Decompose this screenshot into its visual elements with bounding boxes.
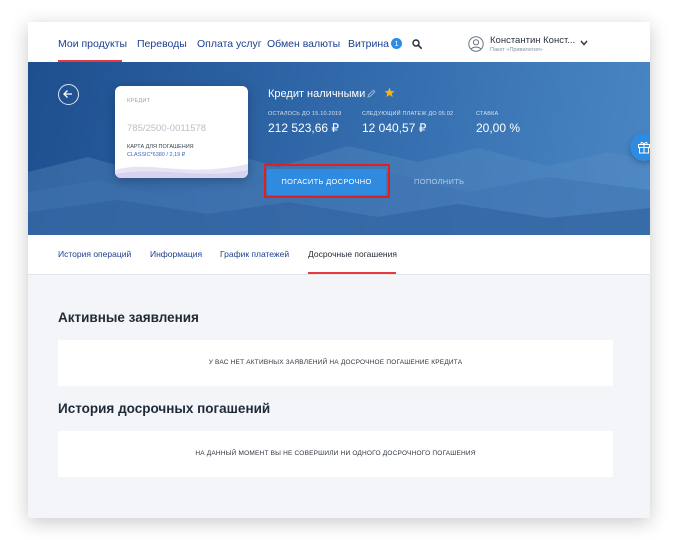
repayment-history-title: История досрочных погашений [58,401,271,416]
gift-icon [638,141,650,154]
early-repay-button[interactable]: ПОГАСИТЬ ДОСРОЧНО [267,169,386,195]
showcase-badge: 1 [391,38,403,49]
loan-card[interactable]: КРЕДИТ 785/2500-0011578 КАРТА ДЛЯ ПОГАШЕ… [115,86,248,178]
back-button[interactable] [58,84,79,105]
card-number: 785/2500-0011578 [127,123,207,134]
user-package: Пакет «Привилегия» [490,47,543,53]
arrow-left-icon [63,90,72,98]
tab-operations-history[interactable]: История операций [58,249,131,259]
rate-label: СТАВКА [476,111,499,117]
topup-button[interactable]: ПОПОЛНИТЬ [414,177,464,186]
active-applications-panel: У ВАС НЕТ АКТИВНЫХ ЗАЯВЛЕНИЙ НА ДОСРОЧНО… [58,340,613,386]
active-applications-title: Активные заявления [58,310,199,325]
next-payment-label: СЛЕДУЮЩИЙ ПЛАТЕЖ ДО 05.02 [362,111,454,117]
repayment-history-panel: НА ДАННЫЙ МОМЕНТ ВЫ НЕ СОВЕРШИЛИ НИ ОДНО… [58,431,613,477]
loan-hero-banner: КРЕДИТ 785/2500-0011578 КАРТА ДЛЯ ПОГАШЕ… [28,62,650,235]
gift-button[interactable] [630,133,650,161]
nav-transfers[interactable]: Переводы [137,38,187,50]
user-avatar-icon[interactable] [468,36,484,52]
rate-value: 20,00 % [476,121,521,135]
remaining-value: 212 523,66 ₽ [268,121,340,135]
pencil-icon[interactable] [367,89,376,98]
remaining-label: ОСТАЛОСЬ ДО 15.10.2019 [268,111,342,117]
product-tabs: История операций Информация График плате… [28,235,650,275]
nav-payments[interactable]: Оплата услуг [197,38,262,50]
nav-my-products[interactable]: Мои продукты [58,38,127,50]
search-icon[interactable] [412,39,422,49]
card-repay-label: КАРТА ДЛЯ ПОГАШЕНИЯ [127,144,194,150]
user-name[interactable]: Константин Конст... [490,35,575,46]
next-payment-value: 12 040,57 ₽ [362,121,427,135]
tab-early-repayments[interactable]: Досрочные погашения [308,249,397,259]
loan-title: Кредит наличными [268,88,366,100]
star-icon[interactable] [384,87,395,98]
app-window: Мои продукты Переводы Оплата услуг Обмен… [28,22,650,518]
tab-payment-schedule[interactable]: График платежей [220,249,289,259]
tab-information[interactable]: Информация [150,249,202,259]
active-tab-underline [308,272,396,274]
active-applications-empty-text: У ВАС НЕТ АКТИВНЫХ ЗАЯВЛЕНИЙ НА ДОСРОЧНО… [208,359,463,366]
top-navigation: Мои продукты Переводы Оплата услуг Обмен… [28,22,650,62]
card-wave-decoration [115,164,248,178]
card-type: КРЕДИТ [127,98,151,104]
repayment-history-empty-text: НА ДАННЫЙ МОМЕНТ ВЫ НЕ СОВЕРШИЛИ НИ ОДНО… [195,450,476,457]
chevron-down-icon[interactable] [580,40,588,46]
nav-currency-exchange[interactable]: Обмен валюты [267,38,340,50]
nav-showcase[interactable]: Витрина 1 [348,38,403,50]
nav-showcase-label: Витрина [348,38,390,50]
